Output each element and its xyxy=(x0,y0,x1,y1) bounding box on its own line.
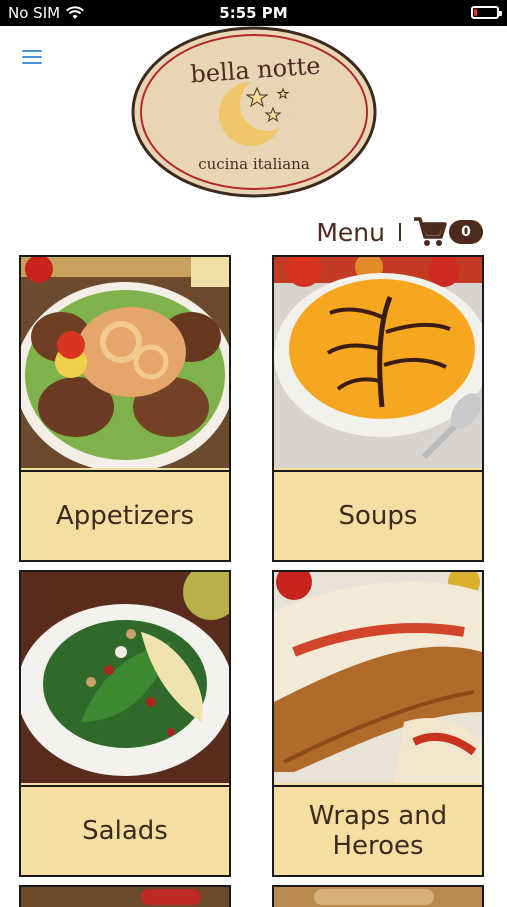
category-label: Salads xyxy=(21,785,229,875)
category-tile-partial[interactable] xyxy=(19,885,231,907)
cart-button[interactable]: 0 xyxy=(413,216,483,248)
soup-photo xyxy=(274,257,482,468)
category-label: Soups xyxy=(274,470,482,560)
appetizers-photo xyxy=(21,257,229,468)
status-bar: No SIM 5:55 PM xyxy=(0,0,507,26)
cart-icon xyxy=(414,217,447,246)
hamburger-menu-icon[interactable] xyxy=(22,50,42,64)
restaurant-logo: bella notte cucina italiana xyxy=(131,26,377,198)
category-tile-appetizers[interactable]: Appetizers xyxy=(19,255,231,562)
salad-photo xyxy=(21,572,229,783)
category-label: Appetizers xyxy=(21,470,229,560)
cart-count-badge: 0 xyxy=(449,220,483,244)
menu-link[interactable]: Menu xyxy=(316,218,385,247)
hero-sandwich-photo xyxy=(274,572,482,783)
category-tile-partial[interactable] xyxy=(272,885,484,907)
clock: 5:55 PM xyxy=(219,4,288,22)
menu-cart-row: Menu 0 xyxy=(316,212,483,252)
divider xyxy=(399,223,401,241)
logo-tagline: cucina italiana xyxy=(198,155,310,173)
category-tile-soups[interactable]: Soups xyxy=(272,255,484,562)
category-tile-wraps-and-heroes[interactable]: Wraps and Heroes xyxy=(272,570,484,877)
category-tile-salads[interactable]: Salads xyxy=(19,570,231,877)
category-label: Wraps and Heroes xyxy=(274,785,482,875)
battery-icon xyxy=(471,6,502,19)
